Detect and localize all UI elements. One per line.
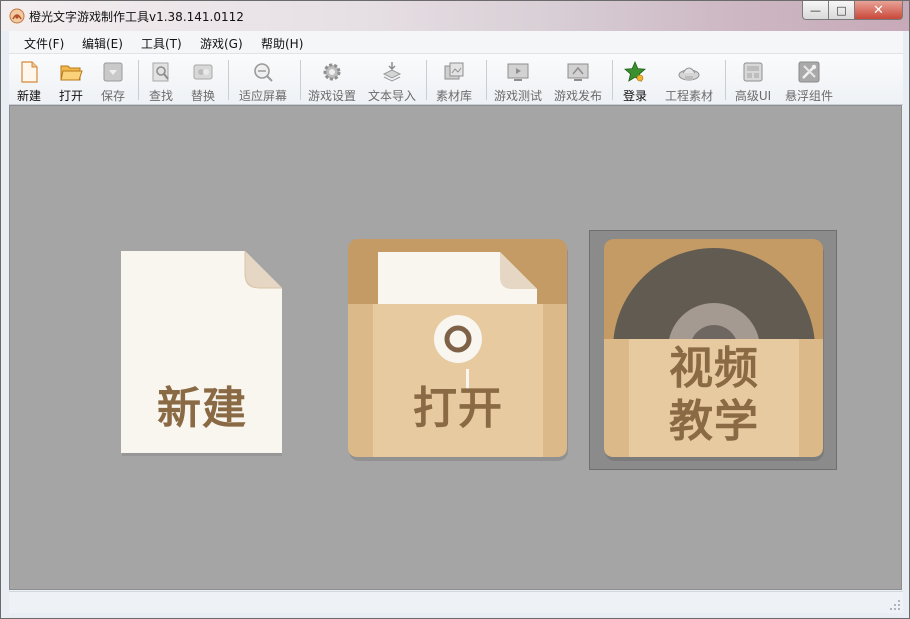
toolbar-separator <box>486 60 487 100</box>
app-logo-icon <box>9 8 25 24</box>
maximize-button[interactable]: □ <box>829 1 855 20</box>
video-card-label-line1: 视频 <box>669 343 759 394</box>
toolbar-label: 素材库 <box>435 89 472 103</box>
game-test-icon <box>507 63 529 81</box>
toolbar-label: 文本导入 <box>367 89 416 103</box>
open-card-label: 打开 <box>413 383 503 434</box>
toolbar-floating-widget-button[interactable]: 悬浮组件 <box>781 58 837 103</box>
open-project-card[interactable]: 打开 <box>348 239 568 461</box>
find-icon <box>152 62 169 82</box>
toolbar-label: 保存 <box>100 89 125 103</box>
toolbar-open-button[interactable]: 打开 <box>53 58 89 103</box>
close-button[interactable]: ✕ <box>855 1 903 20</box>
toolbar-label: 高级UI <box>734 89 772 103</box>
toolbar-label: 游戏发布 <box>553 89 602 103</box>
fit-screen-icon <box>254 63 273 82</box>
toolbar: 新建 打开 保存 查找 替换 适应屏幕 游戏设置 文本导入 素材库 游戏测试 游… <box>9 54 903 105</box>
toolbar-new-button[interactable]: 新建 <box>11 58 47 103</box>
menu-file[interactable]: 文件(F) <box>24 35 64 52</box>
game-publish-icon <box>567 63 589 81</box>
resize-grip-icon[interactable] <box>889 599 901 611</box>
toolbar-text-import-button[interactable]: 文本导入 <box>365 58 419 103</box>
toolbar-game-settings-button[interactable]: 游戏设置 <box>305 58 359 103</box>
replace-icon <box>193 64 213 80</box>
toolbar-label: 打开 <box>58 89 83 103</box>
new-card-label: 新建 <box>157 383 247 434</box>
text-import-icon <box>382 62 402 82</box>
toolbar-separator <box>300 60 301 100</box>
toolbar-label: 游戏测试 <box>493 89 542 103</box>
toolbar-project-assets-button[interactable]: 工程素材 <box>661 58 717 103</box>
menu-game[interactable]: 游戏(G) <box>200 35 243 52</box>
toolbar-login-button[interactable]: 登录 <box>617 58 653 103</box>
toolbar-label: 适应屏幕 <box>238 89 287 103</box>
toolbar-asset-library-button[interactable]: 素材库 <box>433 58 475 103</box>
toolbar-label: 替换 <box>190 89 215 103</box>
toolbar-separator <box>612 60 613 100</box>
video-tutorial-card[interactable]: 视频 教学 <box>604 239 824 461</box>
toolbar-fit-screen-button[interactable]: 适应屏幕 <box>235 58 291 103</box>
login-star-icon <box>624 60 646 82</box>
toolbar-replace-button[interactable]: 替换 <box>185 58 221 103</box>
new-file-icon <box>21 61 38 83</box>
asset-library-icon <box>444 62 464 80</box>
start-canvas: 新建 打开 视频 教学 <box>9 105 902 590</box>
window-controls: — □ ✕ <box>802 1 903 21</box>
toolbar-label: 悬浮组件 <box>784 89 833 103</box>
toolbar-separator <box>138 60 139 100</box>
video-card-label-line2: 教学 <box>669 396 759 447</box>
save-icon <box>103 62 123 82</box>
advanced-ui-icon <box>743 62 763 82</box>
toolbar-separator <box>426 60 427 100</box>
open-folder-icon <box>60 65 83 81</box>
minimize-button[interactable]: — <box>802 1 829 20</box>
new-project-card[interactable]: 新建 <box>121 251 283 457</box>
toolbar-label: 查找 <box>148 89 173 103</box>
toolbar-label: 游戏设置 <box>307 89 356 103</box>
floating-widget-icon <box>798 61 820 83</box>
project-assets-icon <box>678 67 700 81</box>
menu-tools[interactable]: 工具(T) <box>141 35 182 52</box>
title-bar[interactable]: 橙光文字游戏制作工具v1.38.141.0112 — □ ✕ <box>1 1 909 31</box>
toolbar-separator <box>725 60 726 100</box>
toolbar-label: 工程素材 <box>664 89 713 103</box>
gear-icon <box>323 63 341 81</box>
toolbar-find-button[interactable]: 查找 <box>143 58 179 103</box>
window-title: 橙光文字游戏制作工具v1.38.141.0112 <box>29 10 244 24</box>
toolbar-game-publish-button[interactable]: 游戏发布 <box>551 58 605 103</box>
menu-edit[interactable]: 编辑(E) <box>82 35 123 52</box>
app-window: 橙光文字游戏制作工具v1.38.141.0112 — □ ✕ 文件(F) 编辑(… <box>0 0 910 619</box>
status-bar <box>9 591 903 613</box>
toolbar-save-button[interactable]: 保存 <box>95 58 131 103</box>
toolbar-label: 登录 <box>622 89 647 103</box>
menu-help[interactable]: 帮助(H) <box>261 35 303 52</box>
menu-bar: 文件(F) 编辑(E) 工具(T) 游戏(G) 帮助(H) <box>9 31 903 54</box>
toolbar-separator <box>228 60 229 100</box>
toolbar-advanced-ui-button[interactable]: 高级UI <box>730 58 776 103</box>
toolbar-label: 新建 <box>16 89 41 103</box>
toolbar-game-test-button[interactable]: 游戏测试 <box>491 58 545 103</box>
